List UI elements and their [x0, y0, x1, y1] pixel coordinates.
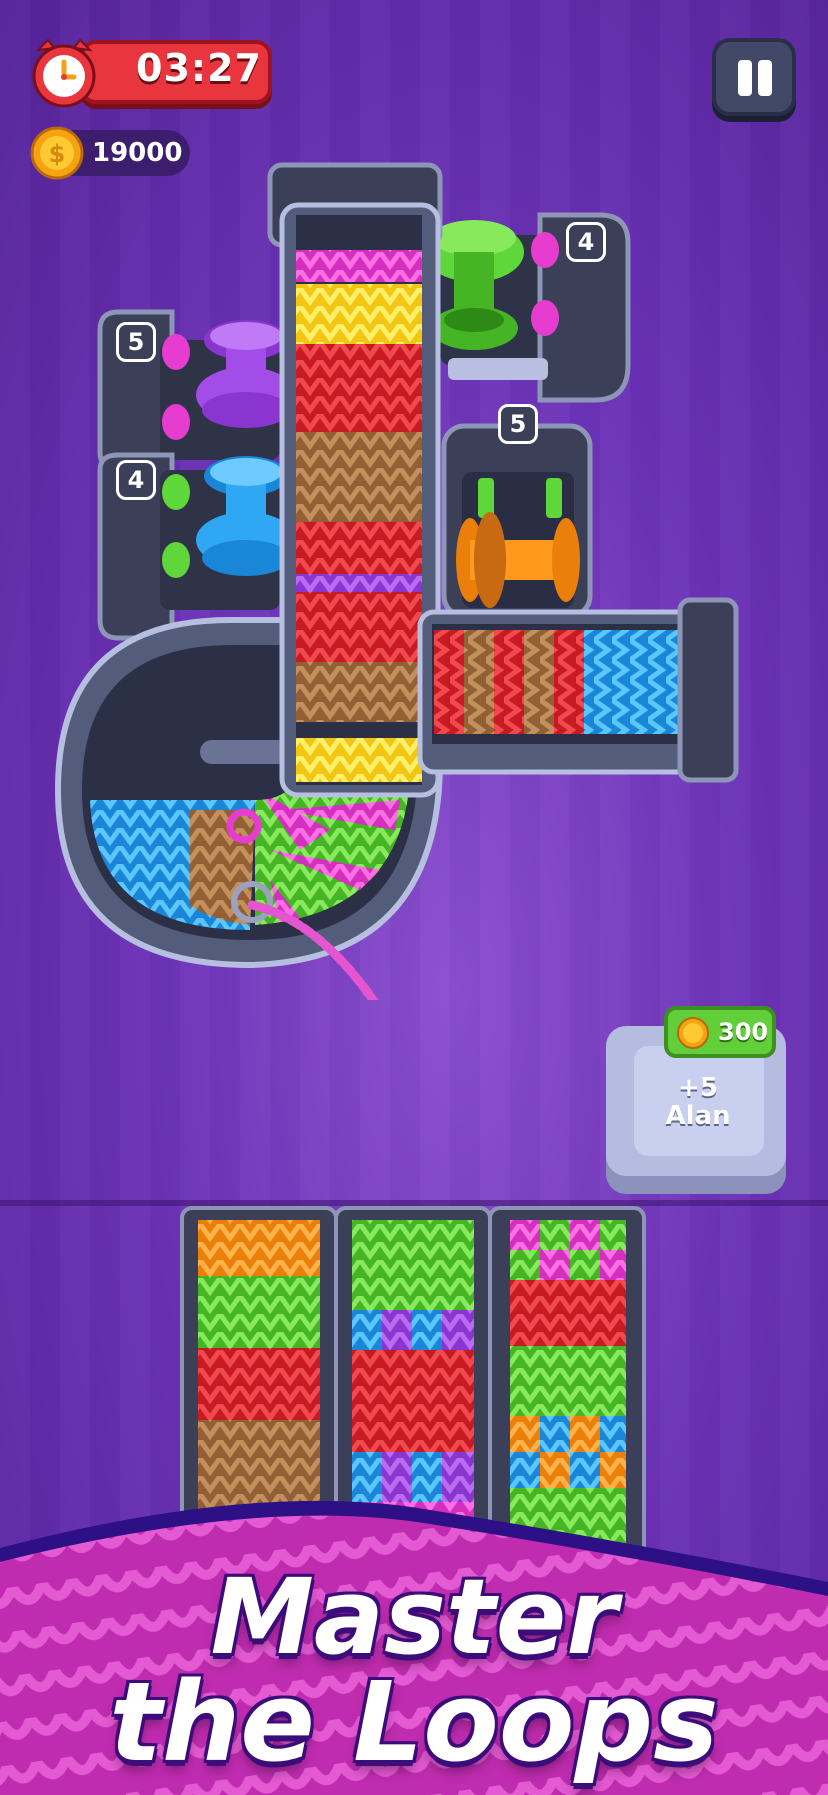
slot-count-badge: 4 — [116, 460, 156, 500]
yarn-tube-horizontal — [417, 597, 739, 783]
yarn-board — [54, 162, 739, 1000]
offer-price[interactable]: 300 — [664, 1006, 776, 1058]
offer-price-value: 300 — [718, 1018, 769, 1046]
output-column-1[interactable] — [180, 1206, 338, 1550]
slot-count-badge: 5 — [498, 404, 538, 444]
yarn-tube-vertical — [267, 162, 443, 798]
offer-reward-label: Alan — [665, 1101, 731, 1131]
tagline-line-2: the Loops — [109, 1658, 719, 1786]
unlock-offer[interactable]: 300 +5 Alan — [604, 1006, 792, 1196]
offer-reward: +5 Alan — [604, 1074, 792, 1130]
tagline-line-1: Master — [210, 1556, 618, 1678]
slot-count-badge: 4 — [566, 222, 606, 262]
coin-icon — [677, 1017, 709, 1049]
offer-reward-amount: +5 — [678, 1073, 718, 1103]
slot-count-badge: 5 — [116, 322, 156, 362]
